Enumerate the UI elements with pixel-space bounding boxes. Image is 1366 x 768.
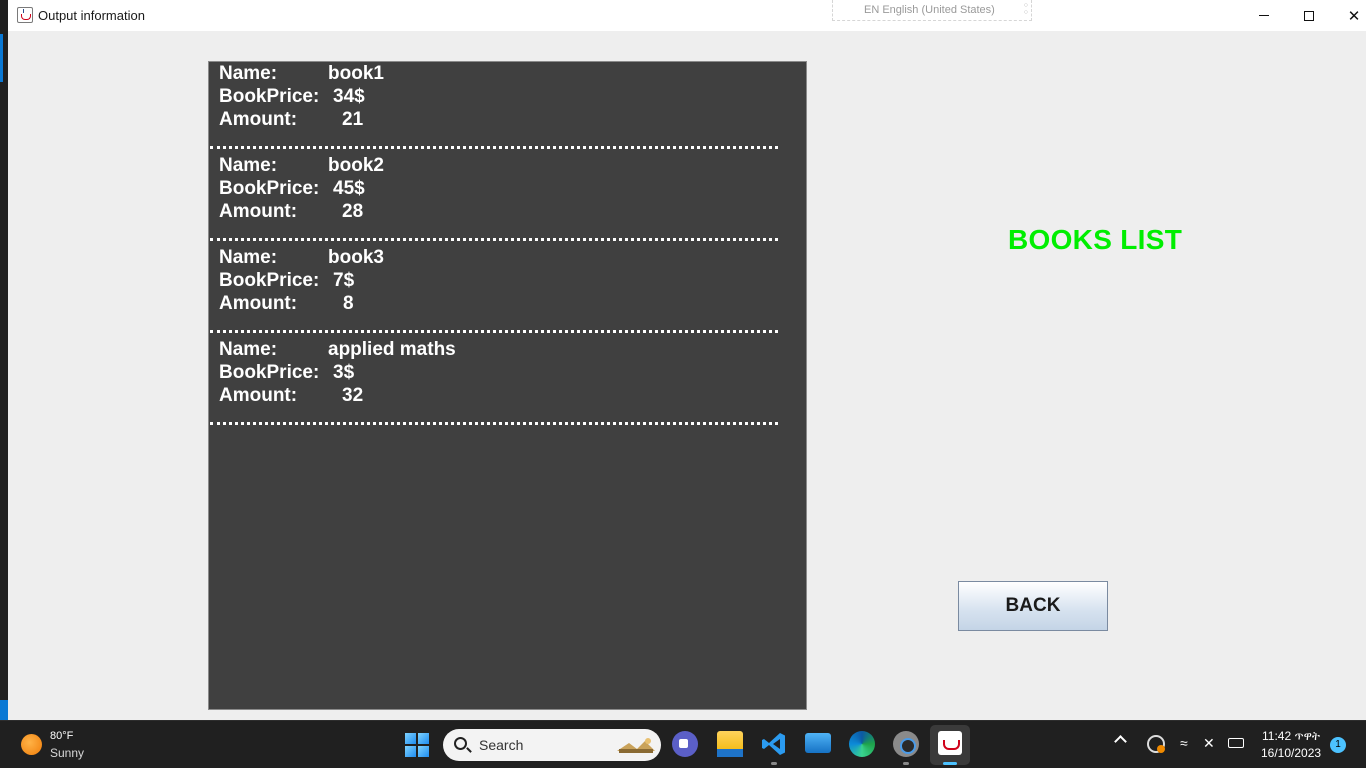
amount-label: Amount: [219, 201, 298, 222]
sync-icon[interactable] [1147, 735, 1165, 753]
weather-temperature[interactable]: 80°F [50, 730, 73, 742]
chevron-up-icon[interactable] [1114, 735, 1127, 748]
search-icon [454, 737, 467, 750]
notification-badge[interactable]: 1 [1330, 737, 1346, 753]
dotted-separator [210, 330, 778, 333]
book-amount: 32 [342, 385, 364, 406]
amount-row: Amount: 32 [219, 384, 779, 407]
book-amount: 28 [342, 201, 364, 222]
book-price: 7$ [333, 270, 355, 291]
title-bar[interactable]: Output information EN English (United St… [8, 0, 1366, 31]
background-accent [0, 700, 8, 720]
active-indicator [943, 762, 957, 765]
search-highlight-icon [617, 738, 655, 753]
price-label: BookPrice: [219, 270, 320, 291]
price-label: BookPrice: [219, 86, 320, 107]
background-window-edge [0, 0, 8, 720]
name-label: Name: [219, 339, 278, 360]
start-windows-icon[interactable] [405, 733, 429, 757]
back-button[interactable]: BACK [958, 581, 1108, 631]
name-row: Name: applied maths [219, 338, 779, 361]
price-label: BookPrice: [219, 178, 320, 199]
maximize-button[interactable] [1286, 0, 1332, 31]
name-row: Name: book3 [219, 246, 779, 269]
amount-label: Amount: [219, 109, 298, 130]
wifi-icon[interactable]: ≈ [1180, 735, 1188, 751]
window-title: Output information [38, 8, 145, 23]
price-row: BookPrice: 34$ [219, 85, 779, 108]
book-name: applied maths [328, 339, 456, 360]
amount-label: Amount: [219, 293, 298, 314]
language-label: EN English (United States) [864, 4, 995, 16]
vscode-icon[interactable] [761, 731, 787, 757]
desktop: Output information EN English (United St… [0, 0, 1366, 768]
name-label: Name: [219, 155, 278, 176]
price-row: BookPrice: 3$ [219, 361, 779, 384]
java-icon [938, 731, 962, 755]
price-label: BookPrice: [219, 362, 320, 383]
book-price: 45$ [333, 178, 365, 199]
edge-icon[interactable] [849, 731, 875, 757]
minimize-button[interactable] [1241, 0, 1287, 31]
amount-row: Amount: 28 [219, 200, 779, 223]
weather-condition[interactable]: Sunny [50, 746, 84, 760]
dotted-separator [210, 422, 778, 425]
output-window: Output information EN English (United St… [8, 0, 1366, 720]
amount-label: Amount: [219, 385, 298, 406]
book-amount: 8 [343, 293, 354, 314]
close-button[interactable]: ✕ [1331, 0, 1366, 31]
name-row: Name: book2 [219, 154, 779, 177]
language-bar-grip-icon[interactable]: ○ ○ [1024, 2, 1028, 16]
language-bar[interactable]: EN English (United States) ○ ○ [832, 0, 1032, 21]
taskbar: 80°F Sunny Search ≈ ✕ 11:42 ጥዋት 16/10/20… [0, 720, 1366, 768]
name-label: Name: [219, 63, 278, 84]
background-accent [0, 34, 3, 82]
dotted-separator [210, 238, 778, 241]
book-entry: Name: applied maths BookPrice: 3$ Amount… [219, 338, 779, 407]
book-entry: Name: book3 BookPrice: 7$ Amount: 8 [219, 246, 779, 315]
running-indicator [771, 762, 777, 765]
minimize-icon [1259, 15, 1269, 16]
meet-icon[interactable] [672, 731, 698, 757]
book-amount: 21 [342, 109, 364, 130]
book-price: 3$ [333, 362, 355, 383]
book-price: 34$ [333, 86, 365, 107]
name-label: Name: [219, 247, 278, 268]
books-list-heading: BOOKS LIST [1008, 224, 1183, 255]
running-indicator [903, 762, 909, 765]
clock-date[interactable]: 16/10/2023 [1261, 746, 1321, 760]
book-name: book3 [328, 247, 384, 268]
java-app-icon [17, 7, 33, 23]
price-row: BookPrice: 7$ [219, 269, 779, 292]
price-row: BookPrice: 45$ [219, 177, 779, 200]
amount-row: Amount: 8 [219, 292, 779, 315]
close-icon: ✕ [1347, 7, 1361, 25]
volume-muted-icon[interactable]: ✕ [1203, 735, 1215, 752]
book-entry: Name: book2 BookPrice: 45$ Amount: 28 [219, 154, 779, 223]
book-name: book2 [328, 155, 384, 176]
sunny-weather-icon[interactable] [21, 734, 42, 755]
dotted-separator [210, 146, 778, 149]
battery-icon[interactable] [1228, 738, 1244, 748]
book-name: book1 [328, 63, 384, 84]
file-explorer-icon[interactable] [717, 731, 743, 757]
remote-desktop-icon[interactable] [805, 733, 831, 753]
amount-row: Amount: 21 [219, 108, 779, 131]
search-placeholder: Search [479, 737, 524, 753]
book-entry: Name: book1 BookPrice: 34$ Amount: 21 [219, 62, 779, 131]
taskbar-search[interactable]: Search [443, 729, 661, 761]
clock-time[interactable]: 11:42 ጥዋት [1262, 729, 1320, 744]
maximize-icon [1304, 10, 1314, 21]
name-row: Name: book1 [219, 62, 779, 85]
settings-icon[interactable] [893, 731, 919, 757]
java-app-taskbar-button[interactable] [930, 725, 970, 765]
books-output-area[interactable]: Name: book1 BookPrice: 34$ Amount: 21 Na… [208, 61, 807, 710]
